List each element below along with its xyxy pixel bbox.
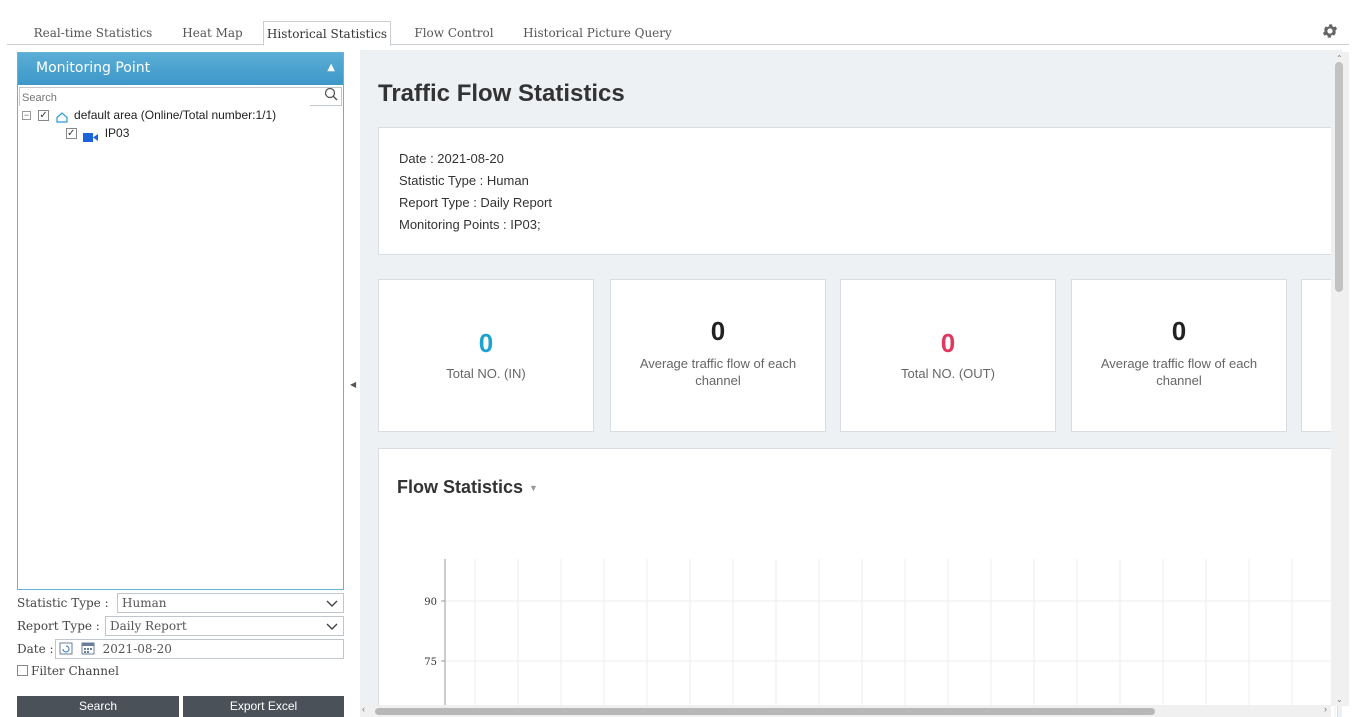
- horizontal-scroll-thumb[interactable]: [375, 708, 1155, 715]
- date-label: Date :: [17, 642, 54, 656]
- y-tick-label: 90: [424, 597, 437, 608]
- home-icon: [56, 110, 68, 123]
- flow-chart: 90 75: [424, 559, 1339, 717]
- card-average-in: 0 Average traffic flow of each channel: [610, 279, 826, 432]
- tab-historical-picture-query[interactable]: Historical Picture Query: [515, 21, 680, 46]
- collapse-icon[interactable]: −: [22, 111, 31, 121]
- filter-channel-row: Filter Channel: [17, 661, 344, 679]
- vertical-scrollbar[interactable]: ⌃ ⌄: [1331, 52, 1349, 706]
- flow-statistics-panel: Flow Statistics ▼ 90 75: [378, 448, 1339, 717]
- scroll-left-icon[interactable]: ‹: [362, 704, 365, 714]
- search-icon[interactable]: [324, 87, 338, 105]
- tree-row-channel[interactable]: IP03: [18, 124, 343, 143]
- card-label: Total NO. (OUT): [901, 366, 995, 381]
- chevron-down-icon: [326, 617, 338, 640]
- monitoring-point-panel: Monitoring Point ▲ − default area (Onlin…: [17, 52, 344, 590]
- card-average-out: 0 Average traffic flow of each channel: [1071, 279, 1287, 432]
- camera-icon: [83, 129, 99, 143]
- statistic-type-value: Human: [122, 596, 167, 610]
- card-label: Average traffic flow of each channel: [639, 356, 797, 388]
- report-type-label: Report Type :: [17, 619, 100, 633]
- info-report-type: Report Type : Daily Report: [399, 195, 552, 210]
- card-value: 0: [478, 328, 494, 358]
- tab-bar: Real-time Statistics Heat Map Historical…: [7, 17, 1349, 46]
- card-total-in: 0 Total NO. (IN): [378, 279, 594, 432]
- tab-heat-map[interactable]: Heat Map: [175, 21, 250, 46]
- chevron-up-icon[interactable]: ▲: [327, 53, 335, 83]
- device-tree: − default area (Online/Total number:1/1)…: [18, 106, 343, 143]
- channel-label: IP03: [104, 126, 130, 140]
- report-type-row: Report Type : Daily Report: [17, 615, 344, 637]
- tab-historical-statistics[interactable]: Historical Statistics: [263, 21, 391, 46]
- tab-flow-control[interactable]: Flow Control: [411, 21, 497, 46]
- date-row: Date : 2021-08-20: [17, 638, 344, 660]
- card-value: 0: [710, 316, 726, 346]
- tree-row-area[interactable]: − default area (Online/Total number:1/1): [18, 106, 343, 125]
- area-checkbox[interactable]: [38, 107, 50, 125]
- channel-checkbox[interactable]: [66, 125, 77, 143]
- card-label: Average traffic flow of each channel: [1100, 356, 1258, 388]
- flow-statistics-title[interactable]: Flow Statistics ▼: [397, 477, 538, 498]
- card-value: 0: [940, 328, 956, 358]
- vertical-scroll-thumb[interactable]: [1335, 62, 1343, 292]
- card-total-out: 0 Total NO. (OUT): [840, 279, 1056, 432]
- flow-statistics-label: Flow Statistics: [397, 477, 524, 497]
- search-input[interactable]: [20, 89, 310, 107]
- page-title: Traffic Flow Statistics: [378, 80, 625, 107]
- area-label: default area (Online/Total number:1/1): [74, 108, 277, 122]
- date-value: 2021-08-20: [102, 642, 172, 656]
- action-buttons: Search Export Excel: [17, 696, 344, 717]
- statistic-type-label: Statistic Type :: [17, 596, 109, 610]
- filter-channel-label: Filter Channel: [31, 664, 119, 678]
- dropdown-arrow-icon[interactable]: ▼: [529, 483, 538, 493]
- search-box: [19, 87, 342, 107]
- main-content: Traffic Flow Statistics Date : 2021-08-2…: [360, 50, 1342, 717]
- search-button[interactable]: Search: [17, 696, 179, 717]
- statistic-type-select[interactable]: Human: [117, 593, 344, 613]
- report-type-select[interactable]: Daily Report: [105, 616, 344, 636]
- report-type-value: Daily Report: [110, 619, 187, 633]
- card-value: 0: [1171, 316, 1187, 346]
- scroll-down-icon[interactable]: ⌄: [1336, 695, 1343, 704]
- info-monitoring-points: Monitoring Points : IP03;: [399, 217, 541, 232]
- card-label: Total NO. (IN): [446, 366, 526, 381]
- gear-icon[interactable]: [1321, 22, 1339, 40]
- date-field[interactable]: 2021-08-20: [55, 639, 344, 659]
- horizontal-scrollbar[interactable]: ‹ ›: [360, 704, 1331, 717]
- statistic-type-row: Statistic Type : Human: [17, 592, 344, 614]
- chevron-down-icon: [326, 594, 338, 617]
- info-date: Date : 2021-08-20: [399, 151, 504, 166]
- scroll-right-icon[interactable]: ›: [1324, 704, 1327, 714]
- report-info-box: Date : 2021-08-20 Statistic Type : Human…: [378, 127, 1338, 255]
- panel-header[interactable]: Monitoring Point ▲: [18, 53, 343, 85]
- chart-grid: [445, 559, 1339, 717]
- info-statistic-type: Statistic Type : Human: [399, 173, 529, 188]
- calendar-icon[interactable]: [81, 641, 95, 655]
- y-tick-label: 75: [424, 657, 437, 668]
- y-ticks: 90 75: [424, 597, 445, 668]
- tab-real-time-statistics[interactable]: Real-time Statistics: [29, 21, 157, 46]
- filter-panel: Statistic Type : Human Report Type : Dai…: [17, 592, 344, 680]
- panel-title: Monitoring Point: [36, 60, 151, 76]
- calendar-reset-icon[interactable]: [59, 641, 73, 655]
- filter-channel-checkbox[interactable]: [17, 665, 28, 676]
- export-excel-button[interactable]: Export Excel: [183, 696, 344, 717]
- collapse-panel-icon[interactable]: ◀: [350, 380, 356, 389]
